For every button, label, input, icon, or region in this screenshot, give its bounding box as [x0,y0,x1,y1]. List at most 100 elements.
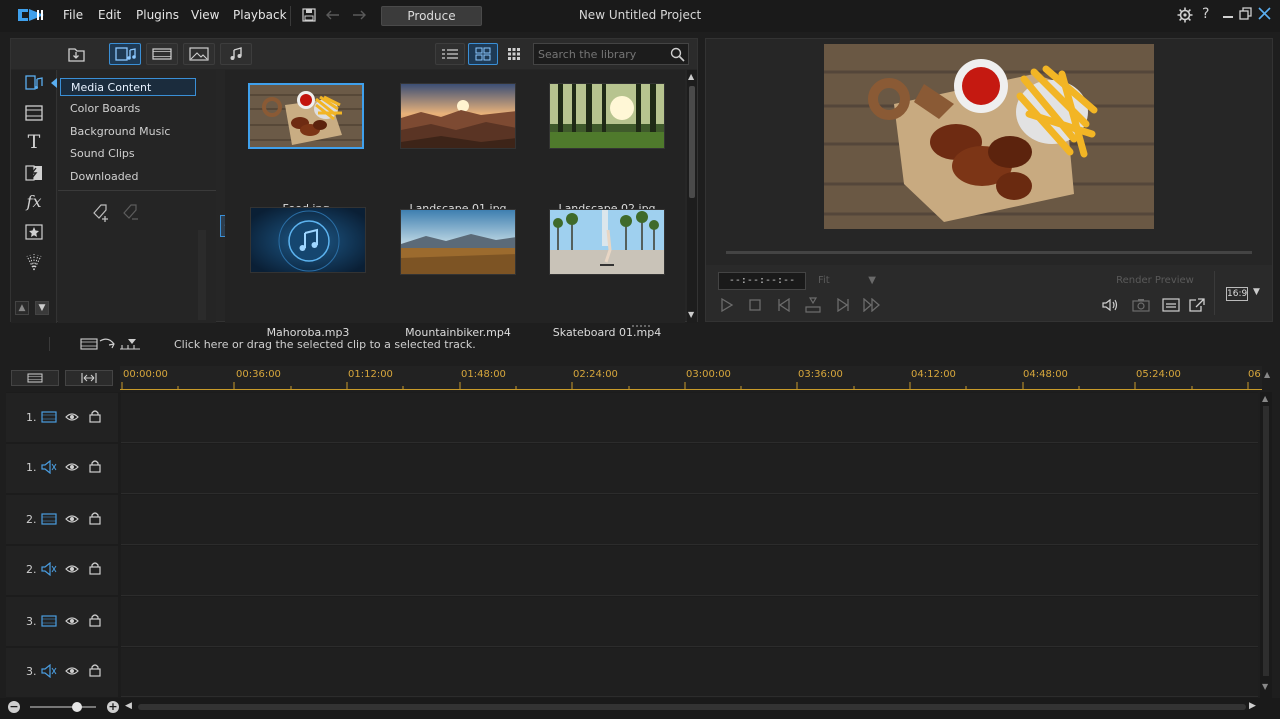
minimize-icon[interactable] [1222,8,1234,20]
category-downloaded[interactable]: Downloaded [60,168,196,186]
video-filter-button[interactable] [146,43,178,65]
transition-room-icon[interactable] [24,163,44,183]
track-header-video-1[interactable]: 1. [6,393,118,442]
eye-icon[interactable] [65,615,79,627]
aspect-chevron-down-icon[interactable]: ▼ [1253,287,1260,297]
eye-icon[interactable] [65,665,79,677]
lock-icon[interactable] [89,459,101,473]
category-sound-clips[interactable]: Sound Clips [60,145,196,163]
track-lane-video-3[interactable] [121,597,1258,647]
track-header-video-2[interactable]: 2. [6,495,118,544]
timeline-hint[interactable]: Click here or drag the selected clip to … [174,338,476,351]
lock-icon[interactable] [89,409,101,423]
add-tag-icon[interactable] [90,201,112,223]
track-lane-audio-3[interactable] [121,648,1258,697]
track-lane-video-2[interactable] [121,495,1258,545]
timeline-vertical-scrollbar[interactable]: ▲ ▼ [1260,392,1272,698]
rail-scroll-up-button[interactable]: ▲ [15,301,29,315]
lock-icon[interactable] [89,613,101,627]
zoom-in-icon[interactable]: + [107,701,119,713]
eye-icon[interactable] [65,461,79,473]
undo-icon[interactable] [326,10,340,20]
grid-view-button[interactable] [468,43,498,65]
media-item-mountainbiker-thumbnail[interactable] [400,209,516,275]
render-preview-button[interactable]: Render Preview [1104,272,1206,290]
previous-frame-icon[interactable] [777,298,791,312]
stop-icon[interactable] [749,299,761,311]
zoom-slider-track[interactable] [30,706,96,708]
import-media-button[interactable] [61,43,93,65]
effects-room-icon[interactable]: fx [24,192,44,212]
lock-icon[interactable] [89,663,101,677]
image-filter-button[interactable] [183,43,215,65]
next-frame-icon[interactable] [836,298,850,312]
eye-icon[interactable] [65,513,79,525]
volume-icon[interactable] [1102,298,1120,312]
fit-timeline-button[interactable] [65,370,113,386]
lock-icon[interactable] [89,561,101,575]
fast-forward-icon[interactable] [862,298,882,312]
zoom-slider-handle[interactable] [72,702,82,712]
timeline-horizontal-scrollbar[interactable] [138,704,1246,710]
menu-playback[interactable]: Playback [233,8,287,22]
media-item-landscape01-thumbnail[interactable] [400,83,516,149]
undock-window-icon[interactable] [1188,297,1206,313]
preview-seek-bar[interactable] [726,251,1252,254]
menu-view[interactable]: View [191,8,219,22]
scrollbar-thumb[interactable] [689,86,695,198]
eye-icon[interactable] [65,411,79,423]
track-header-video-3[interactable]: 3. [6,597,118,646]
ruler-scroll-up-arrow[interactable]: ▲ [1264,370,1274,386]
eye-icon[interactable] [65,563,79,575]
lock-icon[interactable] [89,511,101,525]
timeline-scroll-left-arrow[interactable]: ◀ [125,701,132,711]
rail-scroll-down-button[interactable]: ▼ [35,301,49,315]
category-media-content[interactable]: Media Content [60,78,196,96]
help-icon[interactable]: ? [1202,6,1209,22]
media-item-landscape02-thumbnail[interactable] [549,83,665,149]
remove-tag-icon[interactable] [120,201,142,223]
timeline-scroll-thumb[interactable] [1263,406,1269,676]
close-icon[interactable] [1258,7,1271,20]
title-room-icon[interactable]: T [24,132,44,152]
track-header-audio-2[interactable]: 2. [6,546,118,595]
subtitle-icon[interactable] [1162,298,1180,312]
thumbnail-size-icon[interactable] [507,47,521,61]
menu-edit[interactable]: Edit [98,8,121,22]
settings-gear-icon[interactable] [1177,7,1193,23]
insert-clip-to-track-icon[interactable] [80,336,142,352]
timecode-display[interactable]: --:--:--:-- [718,272,806,290]
list-view-button[interactable] [435,43,465,65]
media-item-food-thumbnail[interactable] [248,83,364,149]
timeline-scroll-up-arrow[interactable]: ▲ [1262,394,1268,403]
play-icon[interactable] [720,298,734,312]
media-filter-all-button[interactable] [109,43,141,65]
aspect-ratio-button[interactable]: 16:9 [1226,287,1248,301]
restore-icon[interactable] [1239,7,1252,20]
media-item-skateboard-thumbnail[interactable] [549,209,665,275]
media-item-mahoroba-thumbnail[interactable] [250,207,366,273]
particle-room-icon[interactable] [24,252,44,272]
zoom-out-icon[interactable]: − [8,701,20,713]
timeline-scroll-right-arrow[interactable]: ▶ [1249,701,1256,711]
category-color-boards[interactable]: Color Boards [60,100,196,118]
zoom-fit-select[interactable]: Fit ▼ [814,272,882,290]
library-scrollbar[interactable]: ▲ ▼ [687,70,697,323]
produce-button[interactable]: Produce [381,6,482,26]
redo-icon[interactable] [352,10,366,20]
category-background-music[interactable]: Background Music [60,123,196,141]
panel-resize-handle[interactable] [632,325,650,328]
track-header-audio-1[interactable]: 1. [6,444,118,493]
snapshot-camera-icon[interactable] [1132,298,1150,312]
track-lane-audio-1[interactable] [121,444,1258,494]
split-clip-icon[interactable] [805,297,821,313]
audio-filter-button[interactable] [220,43,252,65]
search-icon[interactable] [670,47,685,62]
menu-plugins[interactable]: Plugins [136,8,179,22]
pip-room-icon[interactable] [24,222,44,242]
track-lane-audio-2[interactable] [121,546,1258,596]
timeline-scroll-down-arrow[interactable]: ▼ [1262,682,1268,691]
video-room-icon[interactable] [24,103,44,123]
save-icon[interactable] [302,8,316,22]
scroll-up-arrow[interactable]: ▲ [688,72,694,81]
